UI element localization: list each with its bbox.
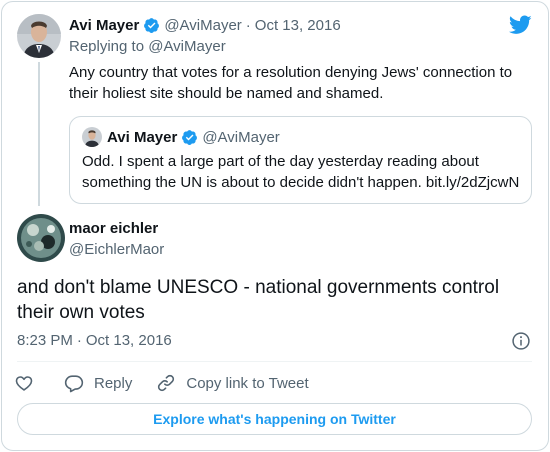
thread-connector-line — [38, 62, 40, 206]
replying-to-handle-link[interactable]: @AviMayer — [148, 38, 225, 55]
parent-tweet-text: Any country that votes for a resolution … — [69, 64, 513, 102]
avatar-avi-mayer[interactable] — [17, 14, 61, 58]
main-tweet-timestamp[interactable]: 8:23 PM · Oct 13, 2016 — [17, 332, 172, 349]
main-author-handle[interactable]: @EichlerMaor — [69, 241, 164, 258]
avatar-maor-eichler[interactable] — [17, 214, 65, 262]
info-icon[interactable] — [511, 331, 531, 351]
parent-tweet-date[interactable]: Oct 13, 2016 — [255, 17, 341, 34]
explore-twitter-button[interactable]: Explore what's happening on Twitter — [17, 403, 532, 435]
quoted-author-row: Avi Mayer @AviMayer — [107, 127, 280, 147]
main-author-name[interactable]: maor eichler — [69, 220, 158, 237]
main-tweet-text: and don't blame UNESCO - national govern… — [17, 277, 500, 323]
verified-badge-icon — [182, 129, 198, 145]
separator-dot: · — [245, 16, 251, 34]
reply-button[interactable]: Reply — [64, 373, 132, 393]
tweet-actions-bar: Reply Copy link to Tweet — [14, 372, 309, 394]
main-tweet-time[interactable]: 8:23 PM — [17, 332, 73, 349]
parent-author-row: Avi Mayer @AviMayer · Oct 13, 2016 — [69, 14, 341, 36]
actions-divider — [17, 361, 532, 362]
twitter-bird-icon[interactable] — [509, 15, 532, 35]
main-tweet-date[interactable]: Oct 13, 2016 — [86, 332, 172, 349]
parent-author-handle[interactable]: @AviMayer — [164, 17, 241, 34]
reply-bubble-icon — [64, 375, 84, 393]
heart-icon — [15, 376, 33, 391]
copy-link-label: Copy link to Tweet — [186, 374, 309, 392]
replying-to-line: Replying to @AviMayer — [69, 38, 226, 55]
parent-author-name[interactable]: Avi Mayer — [69, 17, 139, 34]
replying-to-prefix: Replying to — [69, 38, 145, 55]
quoted-tweet-text: Odd. I spent a large part of the day yes… — [82, 153, 520, 191]
quoted-author-name: Avi Mayer — [107, 128, 178, 146]
quoted-avatar-avi-mayer — [82, 127, 102, 147]
separator-dot: · — [76, 332, 82, 349]
reply-label: Reply — [94, 374, 133, 392]
quoted-tweet-card[interactable]: Avi Mayer @AviMayer Odd. I spent a large… — [69, 116, 532, 204]
like-button[interactable] — [14, 373, 34, 393]
copy-link-button[interactable]: Copy link to Tweet — [156, 373, 309, 393]
link-icon — [158, 374, 175, 392]
verified-badge-icon — [144, 17, 160, 33]
quoted-author-handle: @AviMayer — [202, 128, 280, 146]
